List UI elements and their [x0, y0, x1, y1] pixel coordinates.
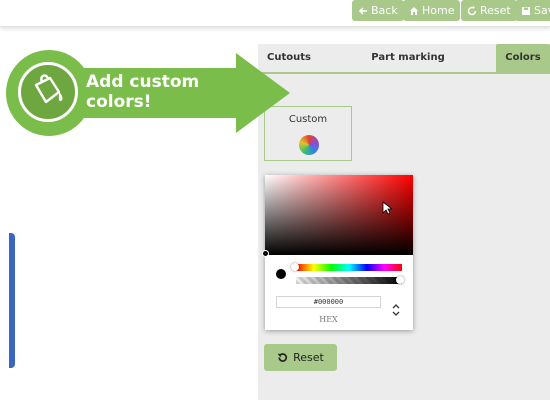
save-icon	[522, 6, 530, 15]
saturation-value-area[interactable]	[265, 175, 413, 255]
tab-colors[interactable]: Colors	[496, 44, 550, 72]
back-button[interactable]: Back	[352, 0, 404, 21]
arrow-left-icon	[358, 6, 367, 15]
callout-arrow	[236, 53, 290, 133]
home-icon	[410, 6, 418, 15]
tab-part-marking[interactable]: Part marking	[320, 44, 496, 72]
alpha-slider[interactable]	[296, 277, 402, 284]
save-button-label: Sav	[534, 4, 550, 17]
paint-bucket-icon	[34, 74, 63, 104]
callout-text: Add custom colors!	[86, 72, 199, 112]
reset-toolbar-button[interactable]: Reset	[461, 0, 517, 21]
hex-input[interactable]	[276, 296, 381, 308]
top-toolbar: Back Home Reset Sav	[0, 0, 550, 27]
home-button-label: Home	[422, 4, 455, 17]
chevron-up-down-icon[interactable]	[391, 303, 401, 317]
color-wheel-icon	[299, 135, 319, 155]
mouse-cursor-icon	[382, 201, 392, 215]
callout-line-2: colors!	[86, 92, 152, 112]
alpha-slider-handle[interactable]	[396, 276, 404, 284]
refresh-icon	[467, 5, 477, 15]
hex-format-label: HEX	[319, 315, 338, 324]
undo-icon	[277, 353, 288, 362]
back-button-label: Back	[371, 4, 398, 17]
callout-line-1: Add custom	[86, 72, 200, 92]
reset-colors-label: Reset	[293, 351, 324, 364]
tab-bar: Cutouts Part marking Colors	[258, 44, 550, 73]
home-button[interactable]: Home	[403, 0, 461, 21]
tab-underline	[258, 72, 550, 74]
current-color-preview	[276, 269, 286, 279]
side-panel-edge	[9, 233, 15, 368]
reset-toolbar-label: Reset	[480, 4, 511, 17]
reset-colors-button[interactable]: Reset	[264, 344, 337, 371]
save-button[interactable]: Sav	[515, 0, 550, 21]
hue-slider[interactable]	[296, 264, 402, 271]
saturation-handle[interactable]	[262, 250, 269, 257]
hue-slider-handle[interactable]	[291, 263, 299, 271]
